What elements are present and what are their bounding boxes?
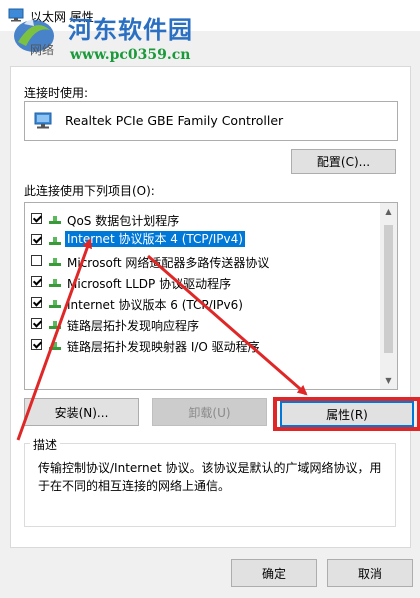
protocol-icon — [49, 279, 61, 287]
item-checkbox[interactable] — [31, 255, 42, 266]
item-label: QoS 数据包计划程序 — [67, 214, 180, 228]
list-item[interactable]: Microsoft LLDP 协议驱动程序 — [25, 272, 377, 292]
list-item[interactable]: 链路层拓扑发现映射器 I/O 驱动程序 — [25, 335, 377, 355]
scroll-down-icon[interactable]: ▼ — [380, 372, 397, 389]
install-button[interactable]: 安装(N)... — [24, 398, 139, 426]
list-item[interactable]: QoS 数据包计划程序 — [25, 209, 377, 229]
protocol-icon — [49, 300, 61, 308]
item-label: Internet 协议版本 4 (TCP/IPv4) — [65, 231, 245, 247]
vertical-scrollbar[interactable]: ▲ ▼ — [380, 203, 397, 389]
configure-button[interactable]: 配置(C)... — [291, 149, 396, 174]
items-listbox[interactable]: QoS 数据包计划程序 Internet 协议版本 4 (TCP/IPv4) M… — [24, 202, 398, 390]
connect-using-label: 连接时使用: — [24, 86, 89, 100]
item-checkbox[interactable] — [31, 234, 42, 245]
item-checkbox[interactable] — [31, 213, 42, 224]
protocol-icon — [49, 258, 61, 266]
ok-button[interactable]: 确定 — [231, 559, 317, 587]
item-checkbox[interactable] — [31, 339, 42, 350]
adapter-name: Realtek PCIe GBE Family Controller — [65, 113, 284, 128]
watermark-url: www.pc0359.cn — [70, 47, 191, 63]
list-item[interactable]: Internet 协议版本 6 (TCP/IPv6) — [25, 293, 377, 313]
adapter-field: Realtek PCIe GBE Family Controller — [24, 101, 398, 141]
item-label: Microsoft LLDP 协议驱动程序 — [67, 277, 232, 291]
item-checkbox[interactable] — [31, 318, 42, 329]
item-checkbox[interactable] — [31, 297, 42, 308]
protocol-icon — [49, 342, 61, 350]
item-label: 链路层拓扑发现映射器 I/O 驱动程序 — [67, 340, 260, 354]
item-checkbox[interactable] — [31, 276, 42, 287]
list-item[interactable]: 链路层拓扑发现响应程序 — [25, 314, 377, 334]
scroll-up-icon[interactable]: ▲ — [380, 203, 397, 220]
tab-networking[interactable]: 网络 — [30, 41, 54, 58]
uninstall-button[interactable]: 卸载(U) — [152, 398, 267, 426]
description-title: 描述 — [30, 436, 61, 453]
protocol-icon — [49, 237, 61, 245]
protocol-icon — [49, 321, 61, 329]
annotation-highlight — [273, 397, 420, 431]
item-label: Internet 协议版本 6 (TCP/IPv6) — [67, 298, 243, 312]
item-label: Microsoft 网络适配器多路传送器协议 — [67, 256, 270, 270]
network-adapter-icon — [34, 112, 52, 129]
cancel-button[interactable]: 取消 — [327, 559, 413, 587]
watermark-site-name: 河东软件园 — [68, 15, 193, 44]
item-label: 链路层拓扑发现响应程序 — [67, 319, 200, 333]
items-label: 此连接使用下列项目(O): — [24, 184, 155, 198]
list-item[interactable]: Microsoft 网络适配器多路传送器协议 — [25, 251, 377, 271]
scroll-thumb[interactable] — [384, 225, 393, 353]
description-text: 传输控制协议/Internet 协议。该协议是默认的广域网络协议，用于在不同的相… — [38, 461, 382, 493]
list-item[interactable]: Internet 协议版本 4 (TCP/IPv4) — [25, 230, 377, 250]
protocol-icon — [49, 216, 61, 224]
